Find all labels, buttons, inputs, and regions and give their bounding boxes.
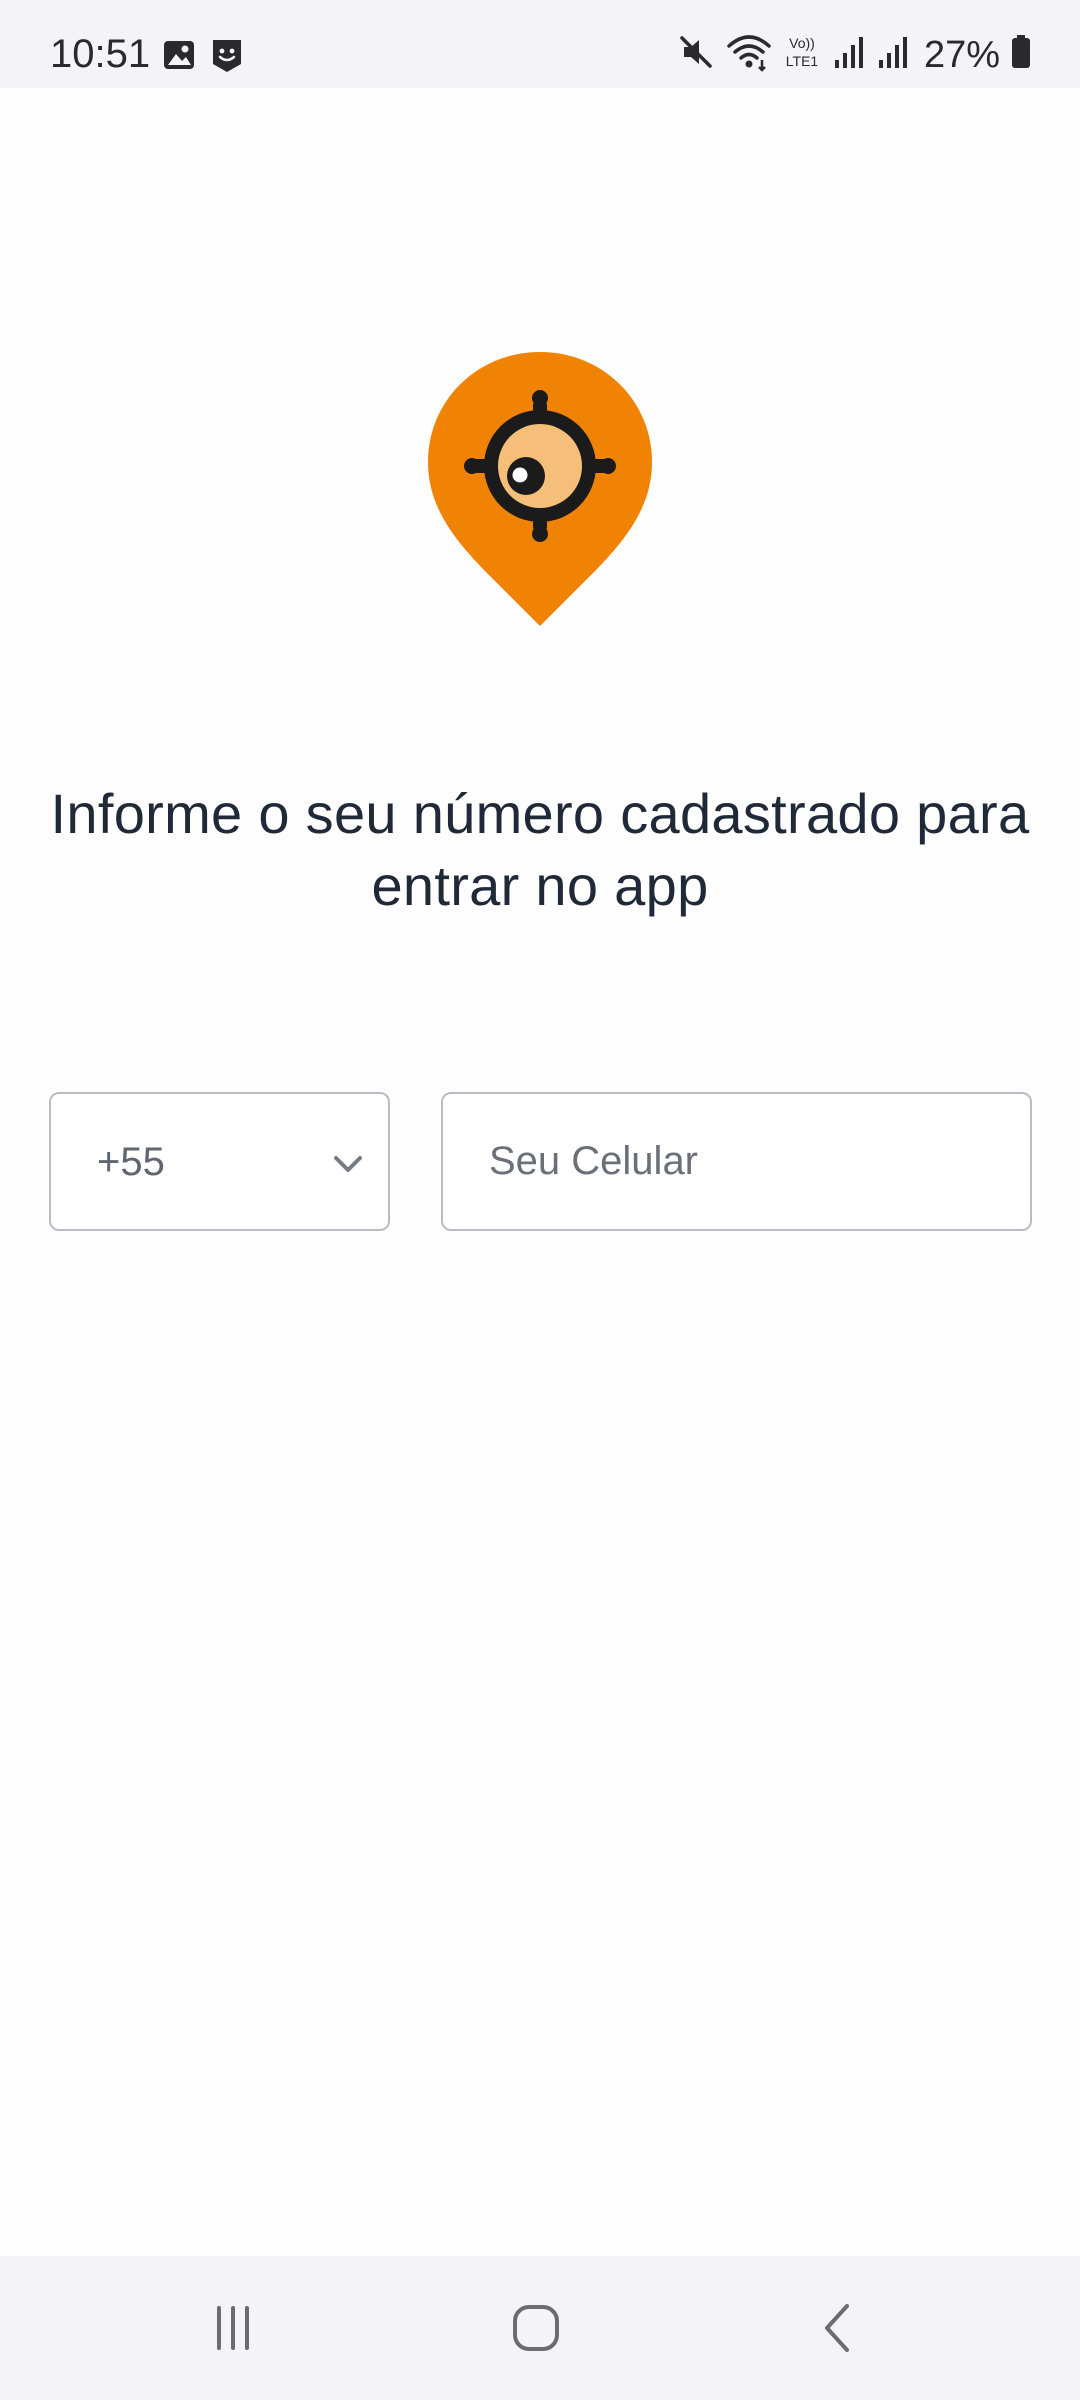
recent-apps-icon — [217, 2306, 249, 2350]
login-screen: 10:51 Vo)) LTE1 27% Informe o seu número… — [0, 0, 1080, 2400]
home-icon — [513, 2305, 559, 2351]
country-code-value: +55 — [97, 1140, 165, 1184]
location-pin-eye-icon — [428, 352, 652, 626]
country-code-select[interactable]: +55 — [49, 1092, 390, 1231]
signal-icon — [832, 32, 866, 77]
login-title: Informe o seu número cadastrado para ent… — [50, 782, 1030, 917]
home-button[interactable] — [481, 2284, 591, 2372]
recent-apps-button[interactable] — [178, 2284, 288, 2372]
gallery-icon — [162, 38, 196, 79]
signal-icon — [876, 32, 910, 77]
app-notification-icon — [210, 38, 244, 79]
chevron-down-icon — [330, 1146, 366, 1182]
status-time: 10:51 — [50, 32, 151, 76]
battery-percent: 27% — [923, 33, 1000, 76]
wifi-icon — [726, 32, 772, 77]
svg-text:Vo)): Vo)) — [789, 35, 815, 51]
mute-icon — [676, 32, 716, 77]
status-bar: 10:51 Vo)) LTE1 27% — [0, 0, 1080, 88]
navigation-bar — [0, 2256, 1080, 2400]
back-icon — [825, 2304, 849, 2352]
volte-icon: Vo)) LTE1 — [782, 32, 822, 77]
back-button[interactable] — [784, 2284, 894, 2372]
phone-number-input[interactable] — [441, 1092, 1032, 1231]
battery-icon — [1010, 32, 1032, 77]
app-logo — [424, 352, 656, 628]
status-left-icons — [162, 38, 244, 79]
status-right-icons: Vo)) LTE1 27% — [676, 32, 1032, 77]
svg-text:LTE1: LTE1 — [786, 53, 819, 69]
